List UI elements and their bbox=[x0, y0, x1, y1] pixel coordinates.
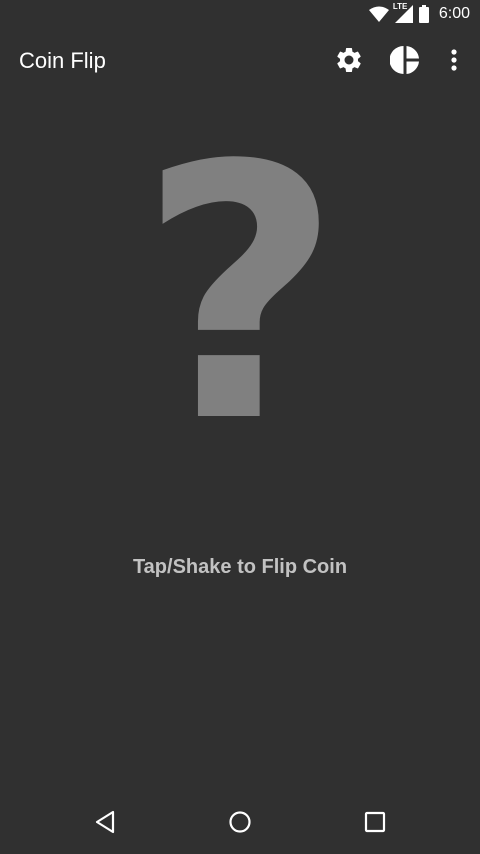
recents-button[interactable] bbox=[355, 804, 395, 844]
network-badge: LTE bbox=[392, 2, 408, 11]
recents-icon bbox=[364, 811, 386, 838]
settings-button[interactable] bbox=[327, 42, 371, 82]
status-bar: LTE 6:00 bbox=[0, 0, 480, 28]
navigation-bar bbox=[0, 790, 480, 854]
flip-hint: Tap/Shake to Flip Coin bbox=[132, 556, 348, 578]
app-title: Coin Flip bbox=[19, 48, 106, 73]
battery-icon bbox=[418, 5, 429, 23]
coin-glyph: ? bbox=[150, 136, 330, 426]
signal-icon: LTE bbox=[392, 2, 413, 23]
wifi-icon bbox=[368, 6, 389, 22]
home-icon bbox=[228, 810, 252, 839]
pie-chart-icon bbox=[389, 45, 420, 80]
flip-area[interactable]: ? Tap/Shake to Flip Coin bbox=[0, 96, 480, 790]
gear-icon bbox=[334, 45, 364, 80]
question-mark-icon: ? bbox=[150, 136, 330, 426]
status-time: 6:00 bbox=[438, 5, 470, 22]
app-bar: Coin Flip bbox=[0, 28, 480, 96]
overflow-menu-icon bbox=[451, 48, 457, 76]
back-button[interactable] bbox=[85, 804, 125, 844]
back-icon bbox=[94, 810, 116, 839]
home-button[interactable] bbox=[220, 804, 260, 844]
statistics-button[interactable] bbox=[383, 42, 427, 82]
overflow-menu-button[interactable] bbox=[432, 42, 476, 82]
